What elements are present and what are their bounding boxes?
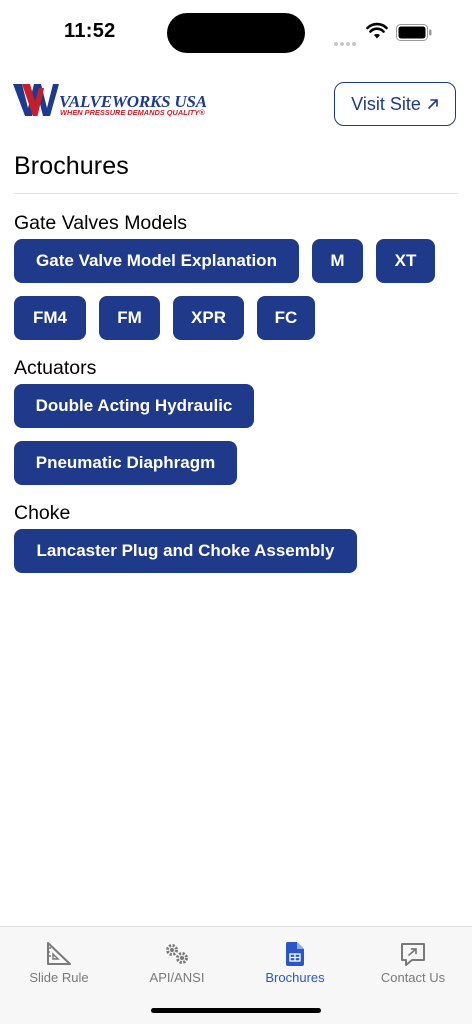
brochure-m[interactable]: M	[312, 239, 363, 283]
page-title: Brochures	[14, 152, 129, 180]
brochure-fc[interactable]: FC	[257, 296, 315, 340]
tab-api-ansi[interactable]: API/ANSI	[118, 927, 236, 997]
divider	[14, 193, 458, 194]
visit-site-button[interactable]: Visit Site	[334, 82, 456, 126]
tab-brochures[interactable]: Brochures	[236, 927, 354, 997]
wifi-icon	[366, 22, 388, 39]
section-title-actuators: Actuators	[14, 357, 97, 379]
status-time: 11:52	[64, 20, 116, 42]
brochure-pneumatic-diaphragm[interactable]: Pneumatic Diaphragm	[14, 441, 237, 485]
brochure-gate-valve-model-explanation[interactable]: Gate Valve Model Explanation	[14, 239, 299, 283]
section-title-gate-valves: Gate Valves Models	[14, 212, 188, 234]
tab-label-slide-rule: Slide Rule	[29, 970, 89, 985]
brochure-xpr[interactable]: XPR	[173, 296, 244, 340]
arrow-up-right-icon	[428, 99, 438, 109]
message-icon	[401, 943, 425, 966]
brochure-fm[interactable]: FM	[99, 296, 160, 340]
logo-tagline: WHEN PRESSURE DEMANDS QUALITY®	[60, 108, 205, 117]
tab-label-contact-us: Contact Us	[380, 970, 446, 985]
tab-label-api-ansi: API/ANSI	[149, 970, 205, 985]
document-icon	[286, 942, 304, 966]
brochure-double-acting-hydraulic[interactable]: Double Acting Hydraulic	[14, 384, 254, 428]
brochure-xt[interactable]: XT	[376, 239, 435, 283]
visit-site-label: Visit Site	[351, 93, 421, 114]
battery-icon	[396, 24, 432, 41]
tab-slide-rule[interactable]: Slide Rule	[0, 927, 118, 997]
tab-contact-us[interactable]: Contact Us	[354, 927, 472, 997]
dynamic-island	[167, 13, 305, 53]
brochure-fm4[interactable]: FM4	[14, 296, 86, 340]
valveworks-logo: VALVEWORKS USA WHEN PRESSURE DEMANDS QUA…	[13, 82, 223, 122]
status-bar: 11:52	[0, 0, 472, 62]
home-indicator	[151, 1008, 321, 1013]
cellular-signal-icon	[334, 33, 360, 46]
brochure-lancaster-plug-choke[interactable]: Lancaster Plug and Choke Assembly	[14, 529, 357, 573]
gears-icon	[166, 944, 188, 964]
tab-label-brochures: Brochures	[265, 970, 325, 985]
ruler-triangle-icon	[47, 942, 71, 965]
section-title-choke: Choke	[14, 502, 71, 524]
vw-mark-icon	[13, 84, 59, 116]
